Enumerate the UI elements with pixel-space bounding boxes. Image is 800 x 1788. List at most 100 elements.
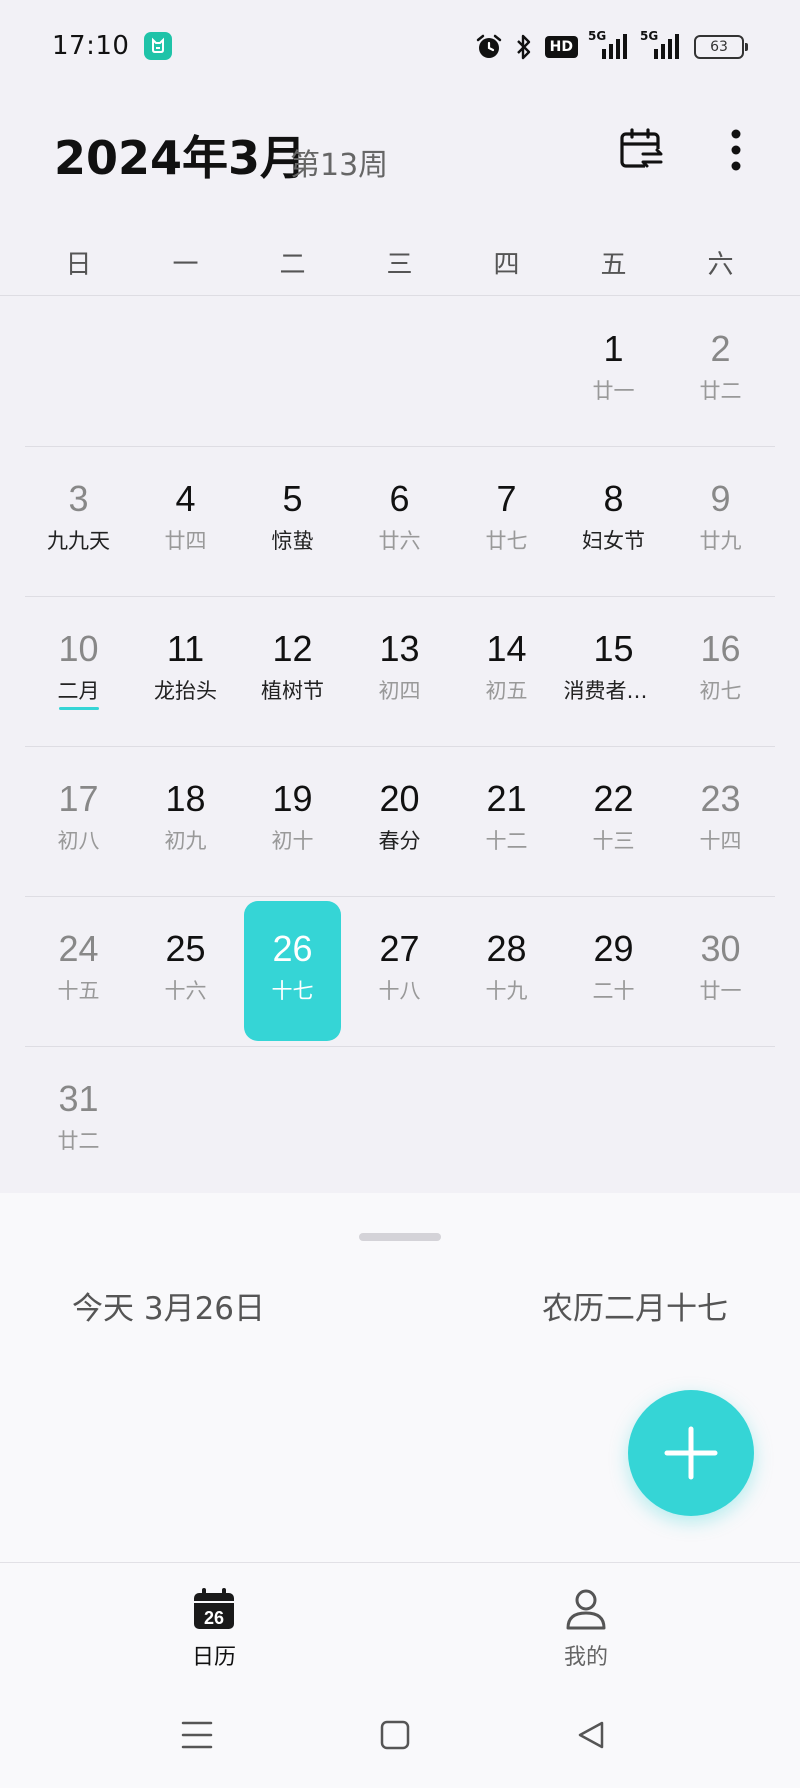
month-grid: 1 廿一 2 廿二 3 九九天 4 廿四 5 惊蛰 6 廿六 7 廿七 8 妇女节 9 廿九 10 二月 11 龙抬头 12…: [25, 297, 775, 1197]
add-event-button[interactable]: [628, 1390, 754, 1516]
day-number: 23: [700, 778, 741, 819]
lunar-label: 廿一: [699, 979, 742, 1003]
empty-day-cell: [453, 1047, 560, 1197]
lunar-label: 十九: [485, 979, 528, 1003]
day-cell[interactable]: 6 廿六: [346, 447, 453, 596]
empty-day-cell: [132, 297, 239, 446]
tab-calendar[interactable]: 26 日历: [144, 1587, 284, 1671]
day-cell[interactable]: 29 二十: [560, 897, 667, 1046]
tab-calendar-label: 日历: [191, 1645, 236, 1670]
week-row: 3 九九天 4 廿四 5 惊蛰 6 廿六 7 廿七 8 妇女节 9 廿九: [25, 447, 775, 597]
day-cell[interactable]: 11 龙抬头: [132, 597, 239, 746]
day-cell[interactable]: 14 初五: [453, 597, 560, 746]
drag-handle[interactable]: [359, 1233, 441, 1241]
weekday-sun: 日: [65, 250, 92, 280]
recent-apps-button[interactable]: [172, 1710, 222, 1760]
day-cell[interactable]: 22 十三: [560, 747, 667, 896]
lunar-label: 九九天: [47, 529, 110, 553]
day-cell[interactable]: 10 二月: [25, 597, 132, 746]
calendar-tab-icon-day: 26: [204, 1608, 224, 1628]
lunar-label: 十六: [164, 979, 207, 1003]
lunar-label: 廿二: [57, 1129, 100, 1153]
menu-lines-icon: [181, 1721, 213, 1749]
day-cell[interactable]: 4 廿四: [132, 447, 239, 596]
signal-sim2-icon: 5G: [640, 29, 682, 61]
lunar-label: 十八: [378, 979, 421, 1003]
day-cell[interactable]: 5 惊蛰: [239, 447, 346, 596]
lunar-month-start-marker: [58, 707, 99, 710]
day-cell[interactable]: 12 植树节: [239, 597, 346, 746]
empty-day-cell: [132, 1047, 239, 1197]
day-number: 24: [58, 928, 99, 969]
month-title[interactable]: 2024年3月: [54, 122, 306, 188]
square-home-icon: [380, 1720, 410, 1750]
day-cell[interactable]: 8 妇女节: [560, 447, 667, 596]
empty-day-cell: [346, 297, 453, 446]
day-number: 20: [379, 778, 420, 819]
day-cell[interactable]: 3 九九天: [25, 447, 132, 596]
selected-day-cell[interactable]: 26 十七: [239, 897, 346, 1046]
lunar-label: 廿七: [485, 529, 528, 553]
day-cell[interactable]: 24 十五: [25, 897, 132, 1046]
lunar-label: 二十: [592, 979, 635, 1003]
day-number: 27: [379, 928, 420, 969]
week-row: 1 廿一 2 廿二: [25, 297, 775, 447]
system-nav-bar: [0, 1682, 800, 1788]
day-cell[interactable]: 13 初四: [346, 597, 453, 746]
day-cell[interactable]: 7 廿七: [453, 447, 560, 596]
day-cell[interactable]: 1 廿一: [560, 297, 667, 446]
lunar-label: 消费者权益日: [563, 679, 664, 703]
week-row: 17 初八 18 初九 19 初十 20 春分 21 十二 22 十三 23 十四: [25, 747, 775, 897]
day-number: 15: [593, 628, 634, 669]
more-options-button[interactable]: [706, 120, 766, 180]
empty-day-cell: [453, 297, 560, 446]
day-cell[interactable]: 17 初八: [25, 747, 132, 896]
day-number: 25: [165, 928, 206, 969]
bottom-tab-bar: 26 日历 我的: [0, 1562, 800, 1682]
day-number: 30: [700, 928, 741, 969]
day-cell[interactable]: 27 十八: [346, 897, 453, 1046]
day-cell[interactable]: 28 十九: [453, 897, 560, 1046]
day-cell[interactable]: 21 十二: [453, 747, 560, 896]
alarm-icon: [475, 33, 503, 61]
lunar-label: 初五: [485, 679, 528, 703]
day-cell[interactable]: 31 廿二: [25, 1047, 132, 1197]
weekday-tue: 二: [279, 250, 306, 280]
lunar-label: 初四: [378, 679, 421, 703]
lunar-label: 妇女节: [582, 529, 645, 553]
day-cell[interactable]: 2 廿二: [667, 297, 774, 446]
day-cell[interactable]: 25 十六: [132, 897, 239, 1046]
empty-day-cell: [346, 1047, 453, 1197]
day-cell[interactable]: 19 初十: [239, 747, 346, 896]
lunar-label: 惊蛰: [271, 529, 314, 553]
day-cell[interactable]: 30 廿一: [667, 897, 774, 1046]
home-button[interactable]: [370, 1710, 420, 1760]
day-number: 17: [58, 778, 99, 819]
lunar-label: 初八: [57, 829, 100, 853]
lunar-label: 龙抬头: [154, 679, 217, 703]
calendar-tab-icon: 26: [194, 1588, 234, 1629]
day-cell[interactable]: 15 消费者权益日: [560, 597, 667, 746]
lunar-label: 春分: [378, 829, 421, 853]
lunar-label: 廿四: [164, 529, 207, 553]
week-row: 31 廿二: [25, 1047, 775, 1197]
day-cell[interactable]: 20 春分: [346, 747, 453, 896]
day-number: 26: [272, 928, 313, 969]
lunar-label: 二月: [57, 679, 100, 703]
day-cell[interactable]: 23 十四: [667, 747, 774, 896]
day-cell[interactable]: 18 初九: [132, 747, 239, 896]
more-vertical-icon: [731, 129, 741, 171]
lunar-label: 廿一: [592, 379, 635, 403]
tab-mine[interactable]: 我的: [516, 1587, 656, 1671]
day-cell[interactable]: 9 廿九: [667, 447, 774, 596]
sim2-network-label: 5G: [640, 29, 659, 43]
day-number: 13: [379, 628, 420, 669]
day-cell[interactable]: 16 初七: [667, 597, 774, 746]
day-number: 6: [389, 478, 410, 519]
lunar-label: 十七: [271, 979, 314, 1003]
selected-day-highlight: [244, 901, 341, 1041]
day-number: 9: [710, 478, 731, 519]
switch-view-button[interactable]: [612, 120, 672, 180]
mi-home-notification-icon: [144, 32, 172, 60]
back-button[interactable]: [566, 1710, 616, 1760]
